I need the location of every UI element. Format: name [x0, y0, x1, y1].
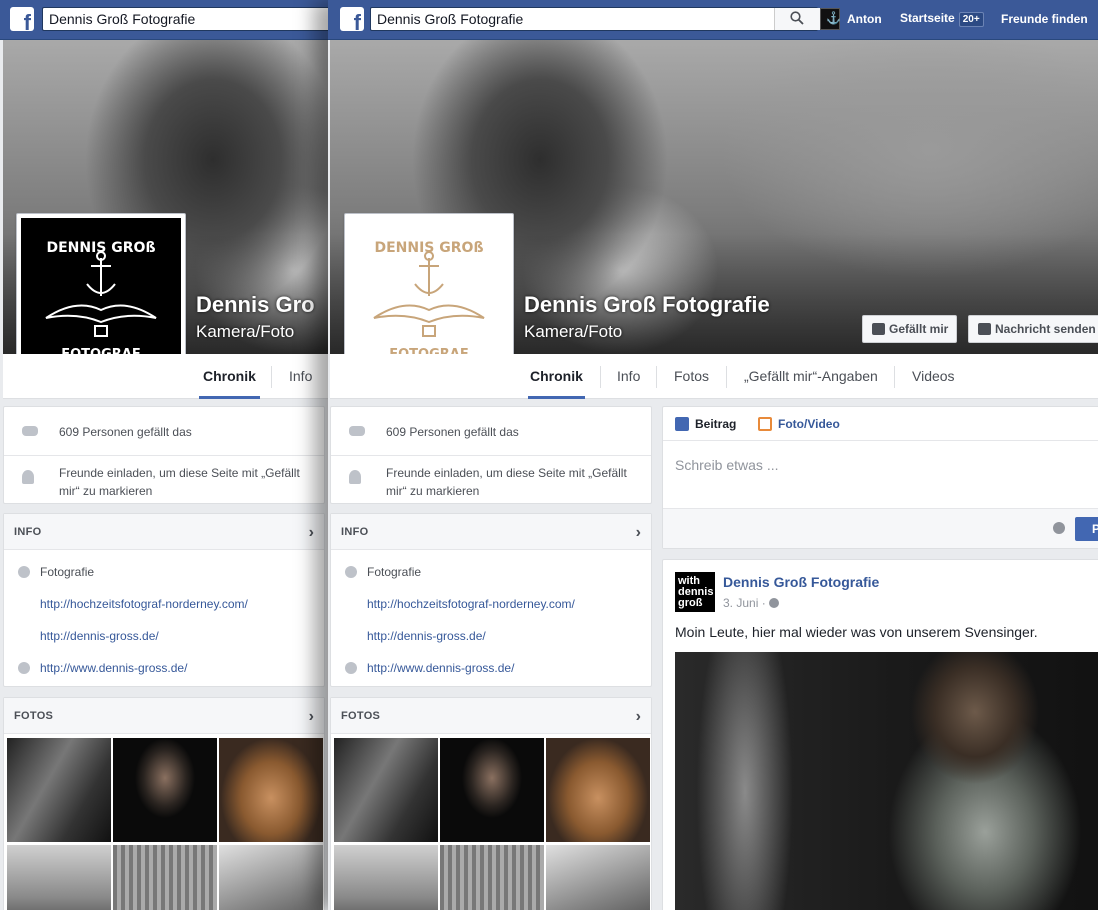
- composer-input[interactable]: Schreib etwas ...: [675, 457, 779, 473]
- tab-videos[interactable]: Videos: [912, 354, 955, 399]
- top-bar: f Dennis Groß Fotografie: [0, 0, 330, 40]
- post-text: Moin Leute, hier mal wieder was von unse…: [675, 624, 1038, 640]
- likes-card: 609 Personen gefällt das Freunde einlade…: [330, 406, 652, 504]
- website-link[interactable]: http://hochzeitsfotograf-norderney.com/: [367, 597, 575, 611]
- message-icon: [978, 323, 991, 335]
- nav-find-friends[interactable]: Freunde finden: [1001, 12, 1088, 26]
- send-message-button[interactable]: Nachricht senden: [968, 315, 1098, 343]
- website-link[interactable]: http://www.dennis-gross.de/: [40, 661, 187, 675]
- info-category: Fotografie: [40, 565, 95, 579]
- photo-icon: [758, 417, 772, 431]
- post-author-link[interactable]: Dennis Groß Fotografie: [723, 574, 879, 590]
- page-title: Dennis Gro: [196, 292, 315, 317]
- chevron-right-icon[interactable]: ›: [636, 524, 641, 542]
- photos-heading: FOTOS: [341, 710, 381, 722]
- likes-card: 609 Personen gefällt das Freunde einlade…: [3, 406, 325, 504]
- post-timestamp[interactable]: 3. Juni ·: [723, 596, 780, 610]
- info-card: INFO › Fotografie http://hochzeitsfotogr…: [330, 513, 652, 687]
- photo-thumbnail[interactable]: [440, 845, 544, 910]
- invite-friends-link[interactable]: Freunde einladen, um diese Seite mit „Ge…: [59, 464, 314, 500]
- photos-card: FOTOS ›: [3, 697, 325, 910]
- search-input[interactable]: Dennis Groß Fotografie: [42, 7, 330, 31]
- chevron-right-icon[interactable]: ›: [309, 708, 314, 726]
- info-category: Fotografie: [367, 565, 422, 579]
- photo-thumbnail[interactable]: [546, 845, 650, 910]
- website-link[interactable]: http://dennis-gross.de/: [40, 629, 159, 643]
- nav-profile[interactable]: Anton: [847, 12, 882, 26]
- chevron-right-icon[interactable]: ›: [309, 524, 314, 542]
- invite-user-icon: [349, 470, 361, 484]
- background-window: f Dennis Groß Fotografie Dennis Gro Kame…: [0, 0, 330, 910]
- photo-thumbnail[interactable]: [113, 738, 217, 842]
- tab-chronik[interactable]: Chronik: [528, 354, 585, 399]
- composer-tab-post[interactable]: Beitrag: [675, 417, 736, 431]
- facebook-logo-icon[interactable]: f: [340, 7, 364, 34]
- top-bar: f Dennis Groß Fotografie ⚓ Anton Startse…: [328, 0, 1098, 40]
- photo-thumbnail[interactable]: [546, 738, 650, 842]
- photo-thumbnail[interactable]: [219, 738, 323, 842]
- thumbs-up-icon: [872, 323, 885, 335]
- page-category: Kamera/Foto: [524, 322, 623, 341]
- photo-thumbnail[interactable]: [219, 845, 323, 910]
- chevron-right-icon[interactable]: ›: [636, 708, 641, 726]
- tab-fotos[interactable]: Fotos: [674, 354, 709, 399]
- website-link[interactable]: http://www.dennis-gross.de/: [367, 661, 514, 675]
- post-composer: Beitrag Foto/Video Schreib etwas ... P: [662, 406, 1098, 549]
- page-tabs: Chronik Info Fotos „Gefällt mir“-Angaben…: [330, 354, 1098, 399]
- people-icon: [22, 426, 38, 436]
- info-icon: [345, 566, 357, 578]
- info-heading: INFO: [341, 526, 369, 538]
- photo-thumbnail[interactable]: [113, 845, 217, 910]
- photo-thumbnail[interactable]: [334, 845, 438, 910]
- invite-user-icon: [22, 470, 34, 484]
- tab-info[interactable]: Info: [289, 354, 312, 399]
- photo-thumbnail[interactable]: [7, 845, 111, 910]
- tab-likes[interactable]: „Gefällt mir“-Angaben: [744, 354, 878, 399]
- photo-thumbnail[interactable]: [7, 738, 111, 842]
- search-input[interactable]: Dennis Groß Fotografie: [370, 7, 818, 31]
- photos-card: FOTOS ›: [330, 697, 652, 910]
- composer-tab-photo[interactable]: Foto/Video: [758, 417, 840, 431]
- likes-count: 609 Personen gefällt das: [386, 425, 519, 439]
- search-button[interactable]: [774, 8, 820, 30]
- globe-icon: [18, 662, 30, 674]
- post-author-avatar[interactable]: with dennis groß: [675, 572, 715, 612]
- page-category: Kamera/Foto: [196, 322, 295, 341]
- page-tabs: Chronik Info: [3, 354, 330, 399]
- timeline-post: with dennis groß Dennis Groß Fotografie …: [662, 559, 1098, 910]
- likes-count: 609 Personen gefällt das: [59, 425, 192, 439]
- foreground-window: f Dennis Groß Fotografie ⚓ Anton Startse…: [328, 0, 1098, 910]
- post-photo[interactable]: [675, 652, 1098, 910]
- like-page-button[interactable]: Gefällt mir: [862, 315, 958, 343]
- info-icon: [18, 566, 30, 578]
- pencil-icon: [675, 417, 689, 431]
- info-card: INFO › Fotografie http://hochzeitsfotogr…: [3, 513, 325, 687]
- invite-friends-link[interactable]: Freunde einladen, um diese Seite mit „Ge…: [386, 464, 641, 500]
- info-heading: INFO: [14, 526, 42, 538]
- people-icon: [349, 426, 365, 436]
- tab-chronik[interactable]: Chronik: [199, 354, 260, 399]
- facebook-logo-icon[interactable]: f: [10, 7, 34, 34]
- photos-heading: FOTOS: [14, 710, 54, 722]
- avatar[interactable]: ⚓: [820, 8, 841, 30]
- nav-home[interactable]: Startseite 20+: [900, 11, 984, 27]
- tab-info[interactable]: Info: [617, 354, 640, 399]
- notification-badge: 20+: [958, 12, 984, 27]
- globe-icon: [769, 598, 780, 608]
- website-link[interactable]: http://dennis-gross.de/: [367, 629, 486, 643]
- photo-thumbnail[interactable]: [334, 738, 438, 842]
- logo-text-top: DENNIS GROß: [46, 240, 155, 256]
- post-button[interactable]: P: [1075, 517, 1098, 541]
- page-title: Dennis Groß Fotografie: [524, 292, 770, 317]
- globe-icon[interactable]: [1053, 522, 1065, 534]
- globe-icon: [345, 662, 357, 674]
- photo-thumbnail[interactable]: [440, 738, 544, 842]
- search-icon: [790, 11, 804, 25]
- logo-text-top: DENNIS GROß: [374, 240, 483, 256]
- website-link[interactable]: http://hochzeitsfotograf-norderney.com/: [40, 597, 248, 611]
